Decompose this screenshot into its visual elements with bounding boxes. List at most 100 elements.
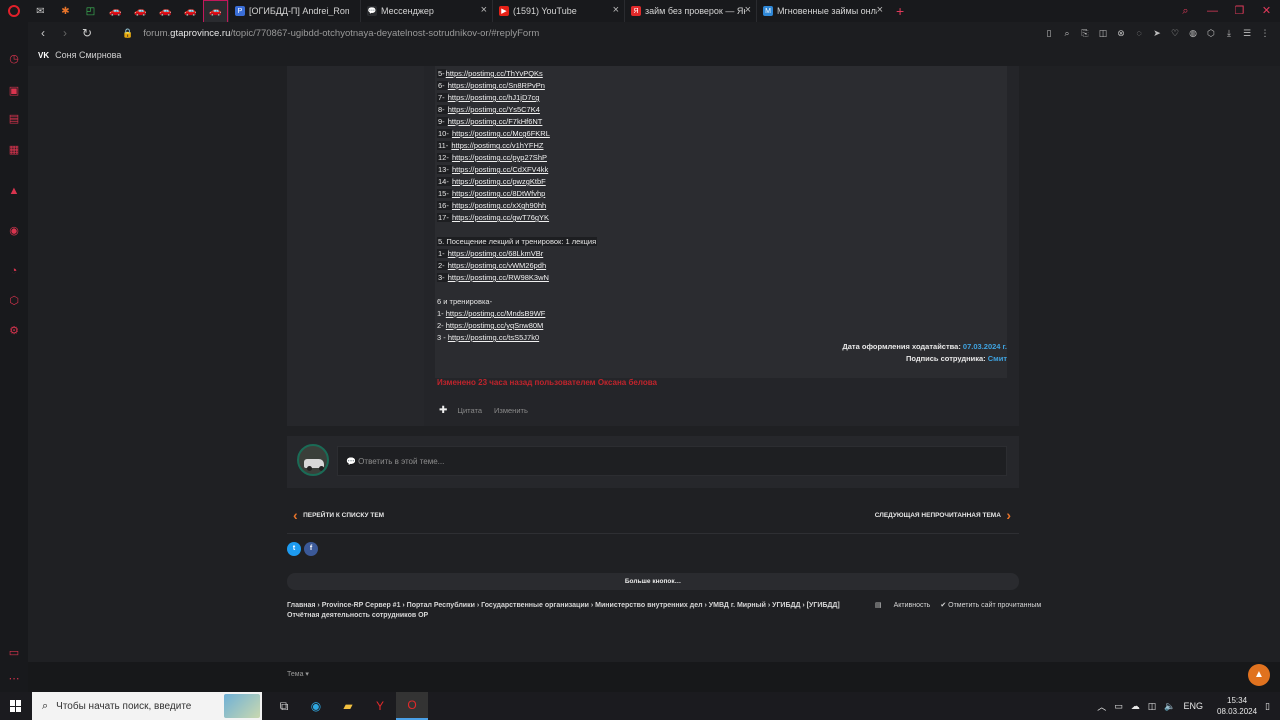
tab-youtube[interactable]: ▶ (1591) YouTube × [492, 0, 624, 22]
language-indicator[interactable]: ENG [1183, 701, 1203, 711]
url-field[interactable]: 🔒 forum. gtaprovince.ru/topic/770867-ugib… [122, 28, 539, 39]
settings-icon[interactable]: ⚙ [7, 324, 21, 338]
translate-icon[interactable]: ⎘ [1076, 28, 1094, 39]
mark-read-link[interactable]: ✔ Отметить сайт прочитанным [940, 601, 1041, 609]
tab-yandex[interactable]: Я займ без проверок — Янд × [624, 0, 756, 22]
adblock-icon[interactable]: ⊗ [1112, 28, 1130, 39]
menu-icon[interactable]: ⋮ [1256, 28, 1274, 39]
shopping-bag-icon[interactable]: ▣ [7, 84, 21, 98]
clock[interactable]: 15:34 08.03.2024 [1217, 695, 1257, 717]
opera-logo[interactable] [0, 0, 28, 22]
image-link[interactable]: https://postimg.cc/v1hYFHZ [451, 141, 543, 150]
more-icon[interactable]: ⋯ [7, 672, 21, 686]
image-link[interactable]: https://postimg.cc/MndsB9WF [446, 309, 546, 318]
activity-link[interactable]: ▤ Активность [875, 601, 930, 609]
tab-forum[interactable]: P [ОГИБДД-П] Andrei_Roma [228, 0, 360, 22]
image-link[interactable]: https://postimg.cc/hJ1jD7cg [448, 93, 540, 102]
aria-icon[interactable]: ▲ [7, 184, 21, 198]
image-link[interactable]: https://postimg.cc/ThYvPQKs [446, 69, 543, 78]
reader-icon[interactable]: ▯ [1040, 28, 1058, 39]
edit-button[interactable]: Изменить [494, 406, 528, 415]
image-link[interactable]: https://postimg.cc/RW98K3wN [448, 273, 549, 282]
history-icon[interactable]: ◔ [7, 264, 21, 278]
new-tab-button[interactable]: + [896, 3, 904, 19]
snapshot-icon[interactable]: ◫ [1094, 28, 1112, 39]
edge-icon[interactable]: ◉ [300, 692, 332, 720]
tab-close-icon[interactable]: × [877, 4, 883, 16]
more-buttons[interactable]: Больше кнопок… [287, 573, 1019, 590]
tab-close-icon[interactable]: × [745, 4, 751, 16]
pinned-tab-green[interactable]: ◰ [78, 0, 103, 22]
tab-close-icon[interactable]: × [613, 4, 619, 16]
cloud-icon[interactable]: ☁ [1131, 701, 1140, 712]
facebook-icon[interactable]: f [304, 542, 318, 556]
easy-setup-icon[interactable]: ☰ [1238, 28, 1256, 39]
network-icon[interactable]: ◫ [1148, 701, 1157, 712]
tray-app-icon[interactable]: ▭ [1114, 701, 1123, 712]
bookmark-item[interactable]: Соня Смирнова [55, 50, 121, 60]
explorer-icon[interactable]: ▰ [332, 692, 364, 720]
theme-selector[interactable]: Тема ▾ [287, 670, 309, 678]
scroll-top-button[interactable]: ▲ [1248, 664, 1270, 686]
next-unread-link[interactable]: СЛЕДУЮЩАЯ НЕПРОЧИТАННАЯ ТЕМА › [875, 507, 1011, 523]
back-to-topics-link[interactable]: ‹ ПЕРЕЙТИ К СПИСКУ ТЕМ [293, 507, 384, 523]
minimize-icon[interactable]: — [1199, 0, 1226, 22]
image-link[interactable]: https://postimg.cc/tsS5J7k0 [448, 333, 539, 342]
tab-loans[interactable]: M Мгновенные займы онлай × [756, 0, 888, 22]
send-icon[interactable]: ➤ [1148, 28, 1166, 39]
cube-icon[interactable]: ⬡ [1202, 28, 1220, 39]
multiquote-icon[interactable]: ✚ [439, 405, 447, 416]
heart-icon[interactable]: ♡ [1166, 28, 1184, 39]
pinned-tab-mail[interactable]: ✉ [28, 0, 53, 22]
profile-icon[interactable]: ◍ [1184, 28, 1202, 39]
image-link[interactable]: https://postimg.cc/Mcg6FKRL [452, 129, 550, 138]
vpn-icon[interactable]: ◌ [1130, 28, 1148, 38]
player-icon[interactable]: ◉ [7, 224, 21, 238]
wallet-icon[interactable]: ▭ [7, 646, 21, 660]
image-link[interactable]: https://postimg.cc/8DtWfvhp [452, 189, 545, 198]
image-link[interactable]: https://postimg.cc/Sn8RPvPn [448, 81, 545, 90]
yandex-icon[interactable]: Y [364, 692, 396, 720]
pinned-tab-app[interactable]: ✱ [53, 0, 78, 22]
back-icon[interactable]: ‹ [32, 26, 54, 40]
tray-chevron-icon[interactable]: ︿ [1097, 700, 1106, 713]
tab-messenger[interactable]: 💬 Мессенджер × [360, 0, 492, 22]
image-link[interactable]: https://postimg.cc/xXgh90hh [452, 201, 546, 210]
pinned-tab-car-1[interactable]: 🚗 [103, 0, 128, 22]
quote-button[interactable]: Цитата [457, 406, 482, 415]
task-view-icon[interactable]: ⧉ [268, 692, 300, 720]
pinned-tab-car-3[interactable]: 🚗 [153, 0, 178, 22]
reply-input[interactable]: 💬 Ответить в этой теме... [337, 446, 1007, 476]
twitch-icon[interactable]: ▤ [7, 112, 21, 126]
taskbar-search[interactable]: ⌕ Чтобы начать поиск, введите [32, 692, 262, 720]
download-icon[interactable]: ⤓ [1220, 28, 1238, 39]
image-link[interactable]: https://postimg.cc/pyp27ShP [452, 153, 547, 162]
maximize-icon[interactable]: ❐ [1226, 0, 1253, 22]
image-link[interactable]: https://postimg.cc/CdXFV4kk [452, 165, 548, 174]
image-link[interactable]: https://postimg.cc/Ys5C7K4 [448, 105, 540, 114]
search-tabs-icon[interactable]: ⌕ [1172, 0, 1199, 22]
image-link[interactable]: https://postimg.cc/yqSnw80M [446, 321, 544, 330]
close-window-icon[interactable]: ✕ [1253, 0, 1280, 22]
image-link[interactable]: https://postimg.cc/68LkmVBr [448, 249, 543, 258]
bookmarks-icon[interactable]: ▦ [7, 143, 21, 157]
start-button[interactable] [10, 700, 22, 712]
reload-icon[interactable]: ↻ [76, 26, 98, 40]
zoom-icon[interactable]: ⌕ [1058, 28, 1076, 39]
image-link[interactable]: https://postimg.cc/vWM26pdh [448, 261, 546, 270]
twitter-icon[interactable]: t [287, 542, 301, 556]
pinned-tab-car-4[interactable]: 🚗 [178, 0, 203, 22]
pinned-tab-car-2[interactable]: 🚗 [128, 0, 153, 22]
tab-close-icon[interactable]: × [481, 4, 487, 16]
speed-dial-icon[interactable]: ◷ [7, 52, 21, 66]
image-link[interactable]: https://postimg.cc/gwT76gYK [452, 213, 549, 222]
image-link[interactable]: https://postimg.cc/pwzgKtbF [452, 177, 546, 186]
opera-taskbar-icon[interactable]: O [396, 692, 428, 720]
extensions-icon[interactable]: ⬡ [7, 294, 21, 308]
pinned-tab-car-active[interactable]: 🚗 [203, 0, 228, 22]
notifications-icon[interactable]: ▯ [1265, 701, 1270, 712]
forward-icon[interactable]: › [54, 26, 76, 40]
breadcrumb[interactable]: Главная › Province-RP Сервер #1 › Портал… [287, 601, 847, 621]
image-link[interactable]: https://postimg.cc/F7kHf6NT [448, 117, 543, 126]
volume-icon[interactable]: 🔈 [1164, 701, 1175, 712]
